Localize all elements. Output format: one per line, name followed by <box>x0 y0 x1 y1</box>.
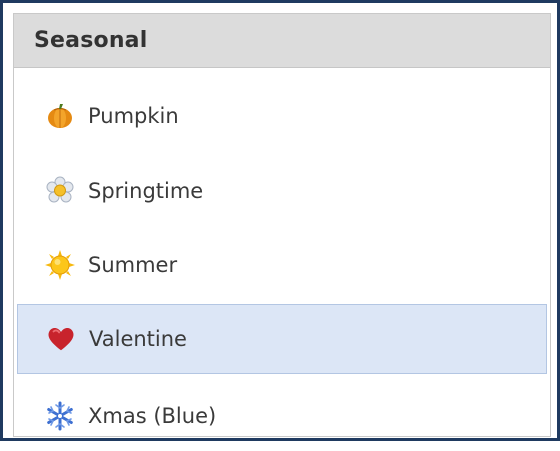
theme-item-summer[interactable]: Summer <box>17 230 547 300</box>
theme-item-valentine[interactable]: Valentine <box>17 304 547 374</box>
panel-title: Seasonal <box>34 28 148 53</box>
theme-item-pumpkin[interactable]: Pumpkin <box>17 81 547 151</box>
theme-label: Summer <box>88 253 178 277</box>
theme-label: Xmas (Blue) <box>88 404 217 428</box>
screenshot-frame: Seasonal Pumpkin Springtime Summer Valen… <box>0 0 560 441</box>
panel-header: Seasonal <box>14 14 550 68</box>
heart-icon <box>46 324 76 354</box>
theme-label: Valentine <box>89 327 187 351</box>
pumpkin-icon <box>45 101 75 131</box>
flower-icon <box>45 176 75 206</box>
seasonal-theme-panel: Seasonal Pumpkin Springtime Summer Valen… <box>13 13 551 437</box>
theme-label: Springtime <box>88 179 204 203</box>
sun-icon <box>45 250 75 280</box>
theme-label: Pumpkin <box>88 104 179 128</box>
snowflake-icon <box>45 401 75 431</box>
theme-item-springtime[interactable]: Springtime <box>17 156 547 226</box>
